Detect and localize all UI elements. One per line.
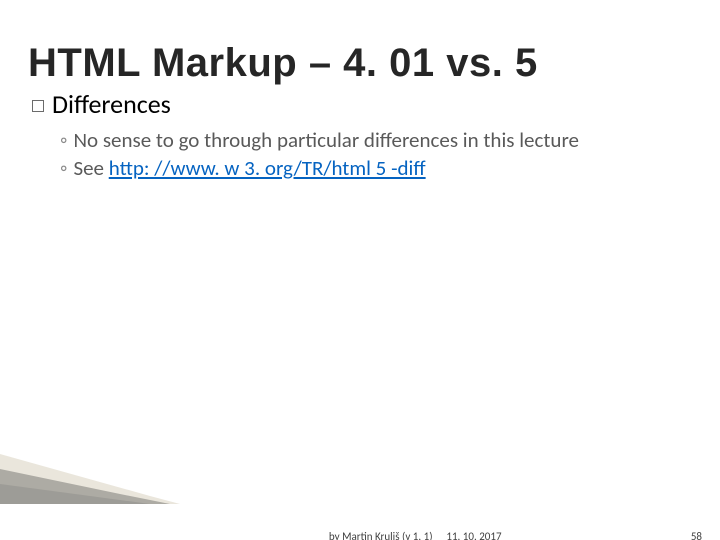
slide: HTML Markup – 4. 01 vs. 5 Differences ◦N… xyxy=(0,0,720,540)
footer-author: by Martin Kruliš (v 1. 1) xyxy=(329,530,433,540)
circle-bullet-icon: ◦ xyxy=(60,127,67,153)
list-item: ◦No sense to go through particular diffe… xyxy=(60,127,692,153)
list-item: ◦See http: //www. w 3. org/TR/html 5 -di… xyxy=(60,155,692,181)
square-bullet-icon xyxy=(32,100,44,112)
section-heading-row: Differences xyxy=(32,88,692,121)
page-number: 58 xyxy=(691,530,702,540)
reference-link[interactable]: http: //www. w 3. org/TR/html 5 -diff xyxy=(109,155,426,181)
list-item-prefix: See xyxy=(73,155,108,181)
list-item-text: No sense to go through particular differ… xyxy=(73,127,579,153)
footer-date: 11. 10. 2017 xyxy=(446,530,501,540)
corner-decoration-icon xyxy=(0,434,180,504)
content-body: Differences ◦No sense to go through part… xyxy=(32,88,692,183)
page-title: HTML Markup – 4. 01 vs. 5 xyxy=(28,41,692,86)
section-heading: Differences xyxy=(52,88,171,120)
circle-bullet-icon: ◦ xyxy=(60,155,67,181)
